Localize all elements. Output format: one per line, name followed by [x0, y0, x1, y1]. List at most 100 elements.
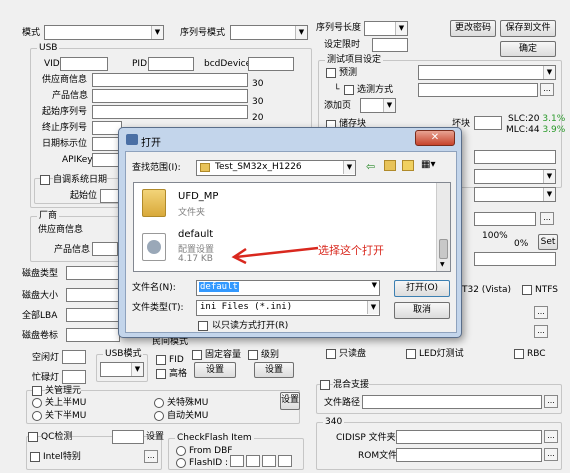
flash-id-3[interactable] [262, 455, 276, 467]
qc-setting-label[interactable]: 设置 [146, 431, 164, 443]
view-menu-icon[interactable]: ▦▾ [421, 159, 435, 170]
cancel-button[interactable]: 取消 [394, 302, 450, 319]
browse-button-8[interactable]: ... [144, 450, 158, 463]
mix-support-checkbox[interactable] [320, 380, 330, 390]
fid-checkbox[interactable] [156, 355, 166, 365]
add-page-combo[interactable]: ▼ [360, 98, 396, 113]
test-input-a[interactable] [474, 150, 556, 164]
serial-len-combo[interactable]: ▼ [364, 21, 408, 36]
disk-type-input[interactable] [66, 266, 120, 280]
bcd-input[interactable] [248, 57, 294, 71]
confirm-button[interactable]: 确定 [500, 41, 556, 57]
scroll-thumb[interactable] [439, 239, 448, 259]
level-checkbox[interactable] [248, 350, 258, 360]
isp-file-input[interactable] [396, 430, 542, 444]
all-lba-input[interactable] [66, 308, 120, 322]
test-combo-c[interactable]: ▼ [474, 187, 556, 202]
back-icon[interactable]: ⇦ [366, 160, 375, 173]
chevron-down-icon: ▼ [543, 188, 555, 201]
fixed-cap-label: 固定容量 [205, 350, 242, 360]
off-half-mu-radio[interactable] [32, 398, 42, 408]
mu-manage-checkbox[interactable] [32, 386, 42, 396]
idle-light-label: 空闲灯 [32, 353, 60, 363]
disk-label-input[interactable] [66, 328, 120, 342]
readonly-disk-checkbox[interactable] [326, 349, 336, 359]
mu-setting-button[interactable]: 设置 [280, 392, 300, 410]
lookin-combo[interactable]: Test_SM32x_H1226 ▼ [196, 160, 356, 176]
up-folder-icon[interactable] [384, 160, 396, 171]
qc-checkbox[interactable] [28, 432, 38, 442]
filename-input[interactable]: default ▼ [196, 280, 380, 296]
fixed-cap-setting-button[interactable]: 设置 [194, 362, 236, 378]
browse-button-2[interactable]: ... [540, 212, 554, 225]
vid-input[interactable] [60, 57, 108, 71]
auto-date-checkbox[interactable] [40, 175, 50, 185]
change-password-button[interactable]: 更改密码 [450, 20, 496, 37]
limit-input[interactable] [372, 38, 408, 52]
rbc-checkbox[interactable] [514, 349, 524, 359]
qc-input[interactable] [112, 430, 144, 444]
pid-input[interactable] [148, 57, 194, 71]
level-setting-button[interactable]: 设置 [254, 362, 294, 378]
product-input[interactable] [92, 89, 248, 103]
browse-button-4[interactable]: ... [534, 325, 548, 338]
pick-method-input[interactable] [418, 83, 538, 97]
vertical-scrollbar[interactable]: ▼ [436, 183, 450, 271]
off-special-mu-radio[interactable] [154, 398, 164, 408]
auto-off-mu-radio[interactable] [154, 411, 164, 421]
flash-id-4[interactable] [278, 455, 292, 467]
pre-test-combo[interactable]: ▼ [418, 65, 556, 80]
flash-id-2[interactable] [246, 455, 260, 467]
all-lba-label: 全部LBA [22, 311, 58, 321]
browse-button[interactable]: ... [540, 83, 554, 96]
idle-light-input[interactable] [62, 350, 86, 364]
ntfs-checkbox[interactable] [522, 285, 532, 295]
rom-file-input[interactable] [396, 448, 542, 462]
list-item[interactable]: UFD_MP 文件夹 [140, 185, 430, 221]
fixed-cap-checkbox[interactable] [192, 350, 202, 360]
off-half-mu-label: 关上半MU [45, 398, 87, 408]
flash-id-1[interactable] [230, 455, 244, 467]
filetype-combo[interactable]: ini Files (*.ini) ▼ [196, 300, 380, 316]
save-to-file-button[interactable]: 保存到文件 [500, 20, 556, 37]
close-icon[interactable]: ✕ [415, 130, 455, 146]
from-dbf-label: From DBF [189, 446, 233, 456]
rom-file-label: ROM文件 [358, 451, 398, 461]
file-path-input[interactable] [362, 395, 542, 409]
browse-button-7[interactable]: ... [544, 448, 558, 461]
product2-input[interactable] [92, 242, 118, 256]
serial-mode-combo[interactable]: ▼ [230, 25, 308, 40]
new-folder-icon[interactable] [402, 160, 414, 171]
scroll-down-icon[interactable]: ▼ [440, 261, 445, 268]
busy-light-input[interactable] [62, 370, 86, 384]
intel-checkbox[interactable] [30, 452, 40, 462]
set-button[interactable]: Set [538, 234, 558, 250]
tree-branch-icon: └ [334, 85, 340, 95]
test-input-d[interactable] [474, 212, 536, 226]
high-format-checkbox[interactable] [156, 369, 166, 379]
bad-block-input[interactable] [474, 116, 502, 130]
test-combo-b[interactable]: ▼ [474, 169, 556, 184]
readonly-checkbox[interactable] [198, 321, 208, 331]
open-dialog: 打开 ✕ 查找范围(I): Test_SM32x_H1226 ▼ ⇦ ▦▾ UF… [118, 127, 462, 338]
test-input-e[interactable] [474, 252, 556, 266]
pre-test-checkbox[interactable] [326, 68, 336, 78]
level-label: 级别 [261, 350, 280, 360]
browse-button-3[interactable]: ... [534, 306, 548, 319]
pick-method-checkbox[interactable] [344, 85, 354, 95]
open-button[interactable]: 打开(O) [394, 280, 450, 297]
start-serial-input[interactable] [92, 105, 248, 119]
g340-title: 340 [323, 416, 345, 428]
mode-combo[interactable]: ▼ [44, 25, 164, 40]
auto-off-mu-label: 自动关MU [167, 411, 209, 421]
start-serial-len: 20 [252, 113, 264, 123]
off-low-mu-radio[interactable] [32, 411, 42, 421]
led-test-checkbox[interactable] [406, 349, 416, 359]
vendor-input[interactable] [92, 73, 248, 87]
browse-button-5[interactable]: ... [544, 395, 558, 408]
flash-id-radio[interactable] [176, 458, 186, 468]
usb-mode-combo[interactable]: ▼ [100, 362, 144, 377]
browse-button-6[interactable]: ... [544, 430, 558, 443]
disk-size-input[interactable] [66, 288, 120, 302]
from-dbf-radio[interactable] [176, 446, 186, 456]
